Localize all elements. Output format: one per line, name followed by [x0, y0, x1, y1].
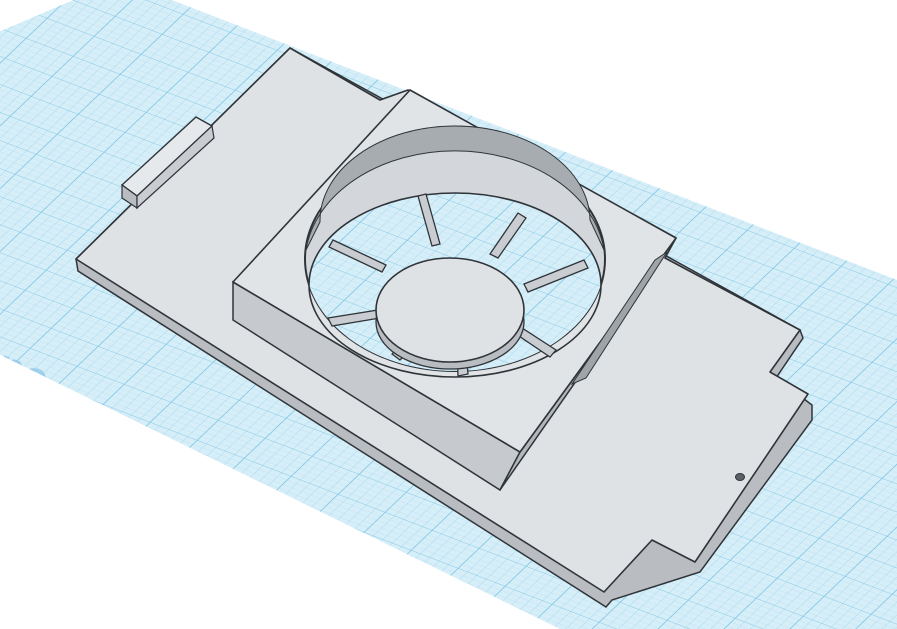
fan-hub[interactable] — [375, 257, 525, 370]
viewport-canvas[interactable]: ne — [0, 0, 897, 629]
mounting-hole[interactable] — [735, 473, 745, 481]
fan-vent[interactable] — [304, 125, 606, 378]
3d-viewport[interactable]: ne — [0, 0, 897, 629]
